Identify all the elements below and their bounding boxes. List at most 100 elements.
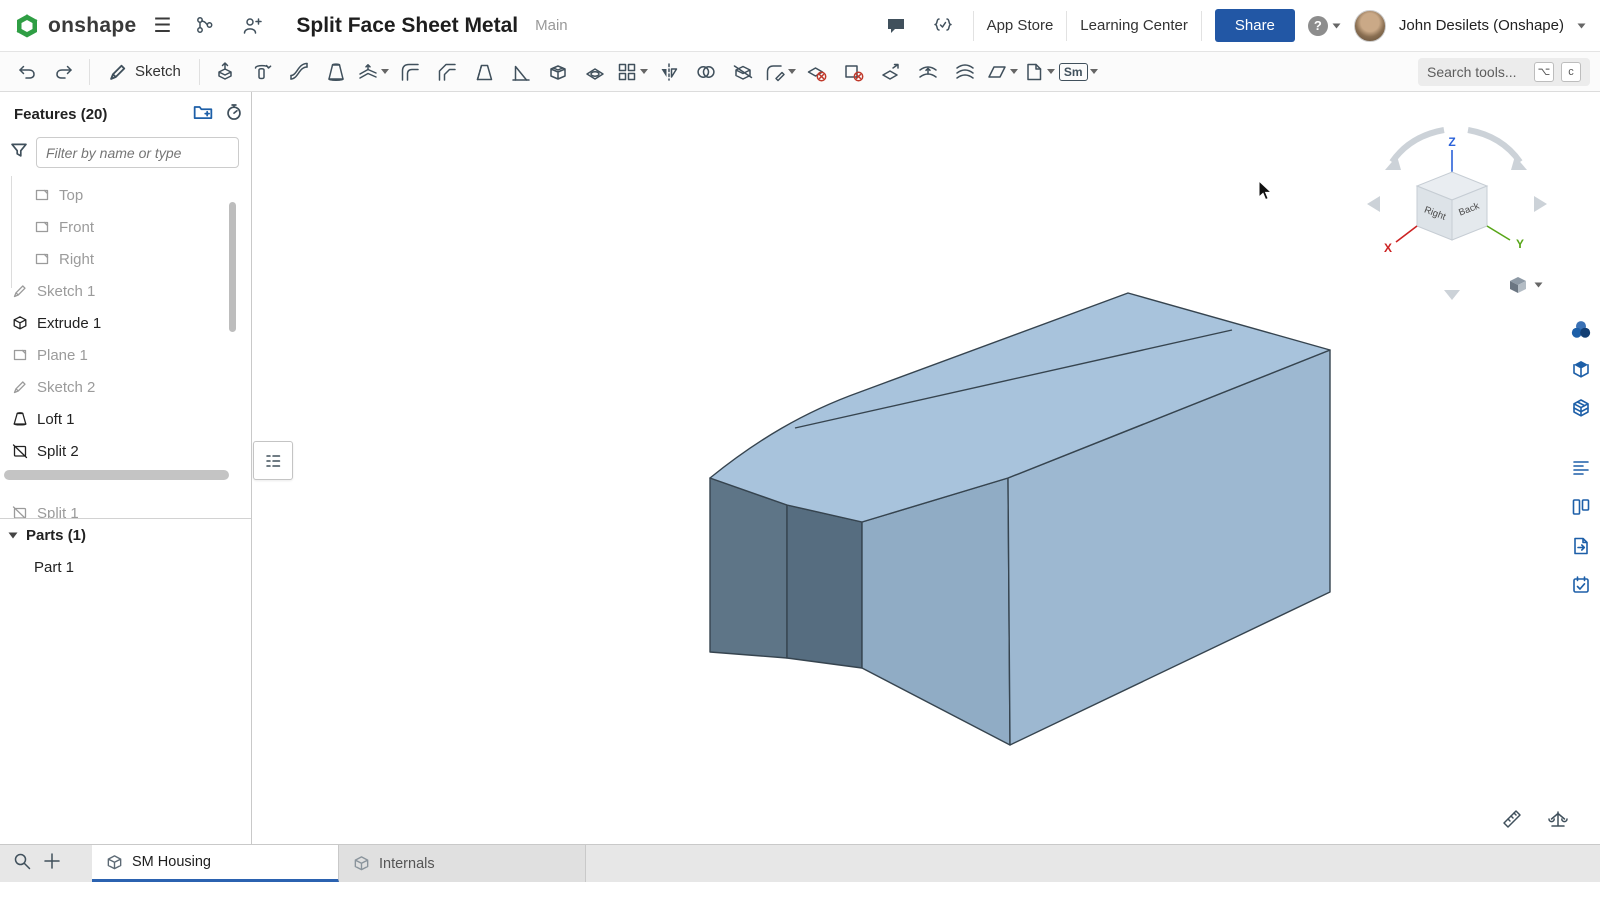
graphics-area[interactable]: Z Right Back X Y [252,92,1600,845]
rib-icon[interactable] [504,56,538,88]
plane-icon[interactable] [985,56,1019,88]
enclose-icon[interactable] [726,56,760,88]
feature-item-sketch1[interactable]: Sketch 1 [0,275,251,307]
feature-item-plane1[interactable]: Plane 1 [0,339,251,371]
parts-header[interactable]: Parts (1) [0,519,251,551]
loft-icon[interactable] [319,56,353,88]
avatar[interactable] [1354,10,1386,42]
mass-properties-icon[interactable] [1544,807,1572,831]
parts-panel-icon[interactable] [1566,353,1596,385]
feature-item-front[interactable]: Front [0,211,251,243]
split-icon [12,505,28,518]
versions-icon[interactable] [188,10,222,42]
extrude-icon[interactable] [208,56,242,88]
learning-center-button[interactable]: Learning Center [1080,17,1188,34]
filter-input[interactable] [36,137,239,168]
search-tabs-icon[interactable] [12,851,32,876]
feature-item-right[interactable]: Right [0,243,251,275]
export-panel-icon[interactable] [1566,530,1596,562]
rotate-arrow-icon[interactable] [1392,130,1444,162]
comment-icon[interactable] [879,10,913,42]
part-face-left-2[interactable] [787,505,862,668]
feature-item-sketch2[interactable]: Sketch 2 [0,371,251,403]
thicken-icon[interactable] [356,56,390,88]
appearance-panel-icon[interactable] [1566,314,1596,346]
workspace-label[interactable]: Main [535,17,568,34]
divider [89,59,90,85]
follow-mode-icon[interactable] [235,10,269,42]
x-axis-label: X [1384,241,1392,255]
mirror-icon[interactable] [652,56,686,88]
sketch-icon [108,62,128,82]
rotate-left-arrow-icon[interactable] [1367,196,1380,212]
delete-part-icon[interactable] [800,56,834,88]
draft-icon[interactable] [467,56,501,88]
feature-item-loft1[interactable]: Loft 1 [0,403,251,435]
feature-list-panel-icon[interactable] [1566,452,1596,484]
feature-script-icon[interactable] [926,10,960,42]
view-options-button[interactable] [1498,272,1552,298]
fillet-icon[interactable] [393,56,427,88]
tasks-panel-icon[interactable] [1566,569,1596,601]
sheet-metal-icon[interactable]: Sm [1059,56,1098,88]
share-button[interactable]: Share [1215,9,1295,42]
hole-icon[interactable] [578,56,612,88]
part-face-left-1[interactable] [710,478,787,658]
feature-tree-panel: Features (20) Top Front Right [0,92,252,845]
chevron-down-icon [1010,69,1018,74]
shell-icon[interactable] [541,56,575,88]
delete-face-icon[interactable] [837,56,871,88]
linear-pattern-icon[interactable] [615,56,649,88]
rotate-arrow-icon[interactable] [1468,130,1520,162]
tab-internals[interactable]: Internals [339,845,586,882]
insert-folder-icon[interactable] [193,103,213,126]
part-face-front[interactable] [862,478,1010,745]
sketch-icon [12,283,28,299]
modify-fillet-icon[interactable] [763,56,797,88]
help-menu[interactable] [1308,16,1341,36]
split-icon [12,443,28,459]
part-item-part1[interactable]: Part 1 [0,551,251,583]
filter-row [10,136,239,169]
replace-face-icon[interactable] [911,56,945,88]
surface-tools-icon[interactable] [1022,56,1056,88]
model-tree-flyout-button[interactable] [253,441,293,480]
measure-icon[interactable] [1498,807,1526,831]
document-title: Split Face Sheet Metal [296,14,518,38]
undo-icon[interactable] [10,56,44,88]
chevron-down-icon[interactable] [1577,23,1586,29]
loft-icon [12,411,28,427]
revolve-icon[interactable] [245,56,279,88]
rollback-bar[interactable] [4,470,229,480]
redo-icon[interactable] [47,56,81,88]
onshape-logo[interactable]: onshape [14,13,136,39]
feature-item-extrude1[interactable]: Extrude 1 [0,307,251,339]
move-face-icon[interactable] [874,56,908,88]
configurations-panel-icon[interactable] [1566,392,1596,424]
filter-icon[interactable] [10,141,28,164]
chevron-down-icon [1534,282,1543,288]
tab-sm-housing[interactable]: SM Housing [92,845,339,882]
feature-item-split2[interactable]: Split 2 [0,435,251,467]
parts-section: Parts (1) Part 1 [0,518,251,583]
add-tab-icon[interactable] [42,851,62,876]
feature-item-top[interactable]: Top [0,179,251,211]
boolean-icon[interactable] [689,56,723,88]
rotate-down-arrow-icon[interactable] [1444,290,1460,300]
history-icon[interactable] [225,103,243,126]
offset-surface-icon[interactable] [948,56,982,88]
y-axis-label: Y [1516,237,1524,251]
feature-toolbar: Sketch [0,52,1600,92]
main-menu-icon[interactable]: ☰ [149,13,175,38]
feature-tree-scrollbar[interactable] [229,202,236,332]
chamfer-icon[interactable] [430,56,464,88]
app-store-button[interactable]: App Store [987,17,1054,34]
user-name[interactable]: John Desilets (Onshape) [1399,17,1564,34]
sweep-icon[interactable] [282,56,316,88]
search-tools-input[interactable]: Search tools... ⌥ c [1418,58,1590,86]
rotate-right-arrow-icon[interactable] [1534,196,1547,212]
feature-item-split1[interactable]: Split 1 [0,497,251,518]
view-mode-cube-icon [1508,275,1528,295]
custom-tables-panel-icon[interactable] [1566,491,1596,523]
sketch-button[interactable]: Sketch [98,56,191,88]
